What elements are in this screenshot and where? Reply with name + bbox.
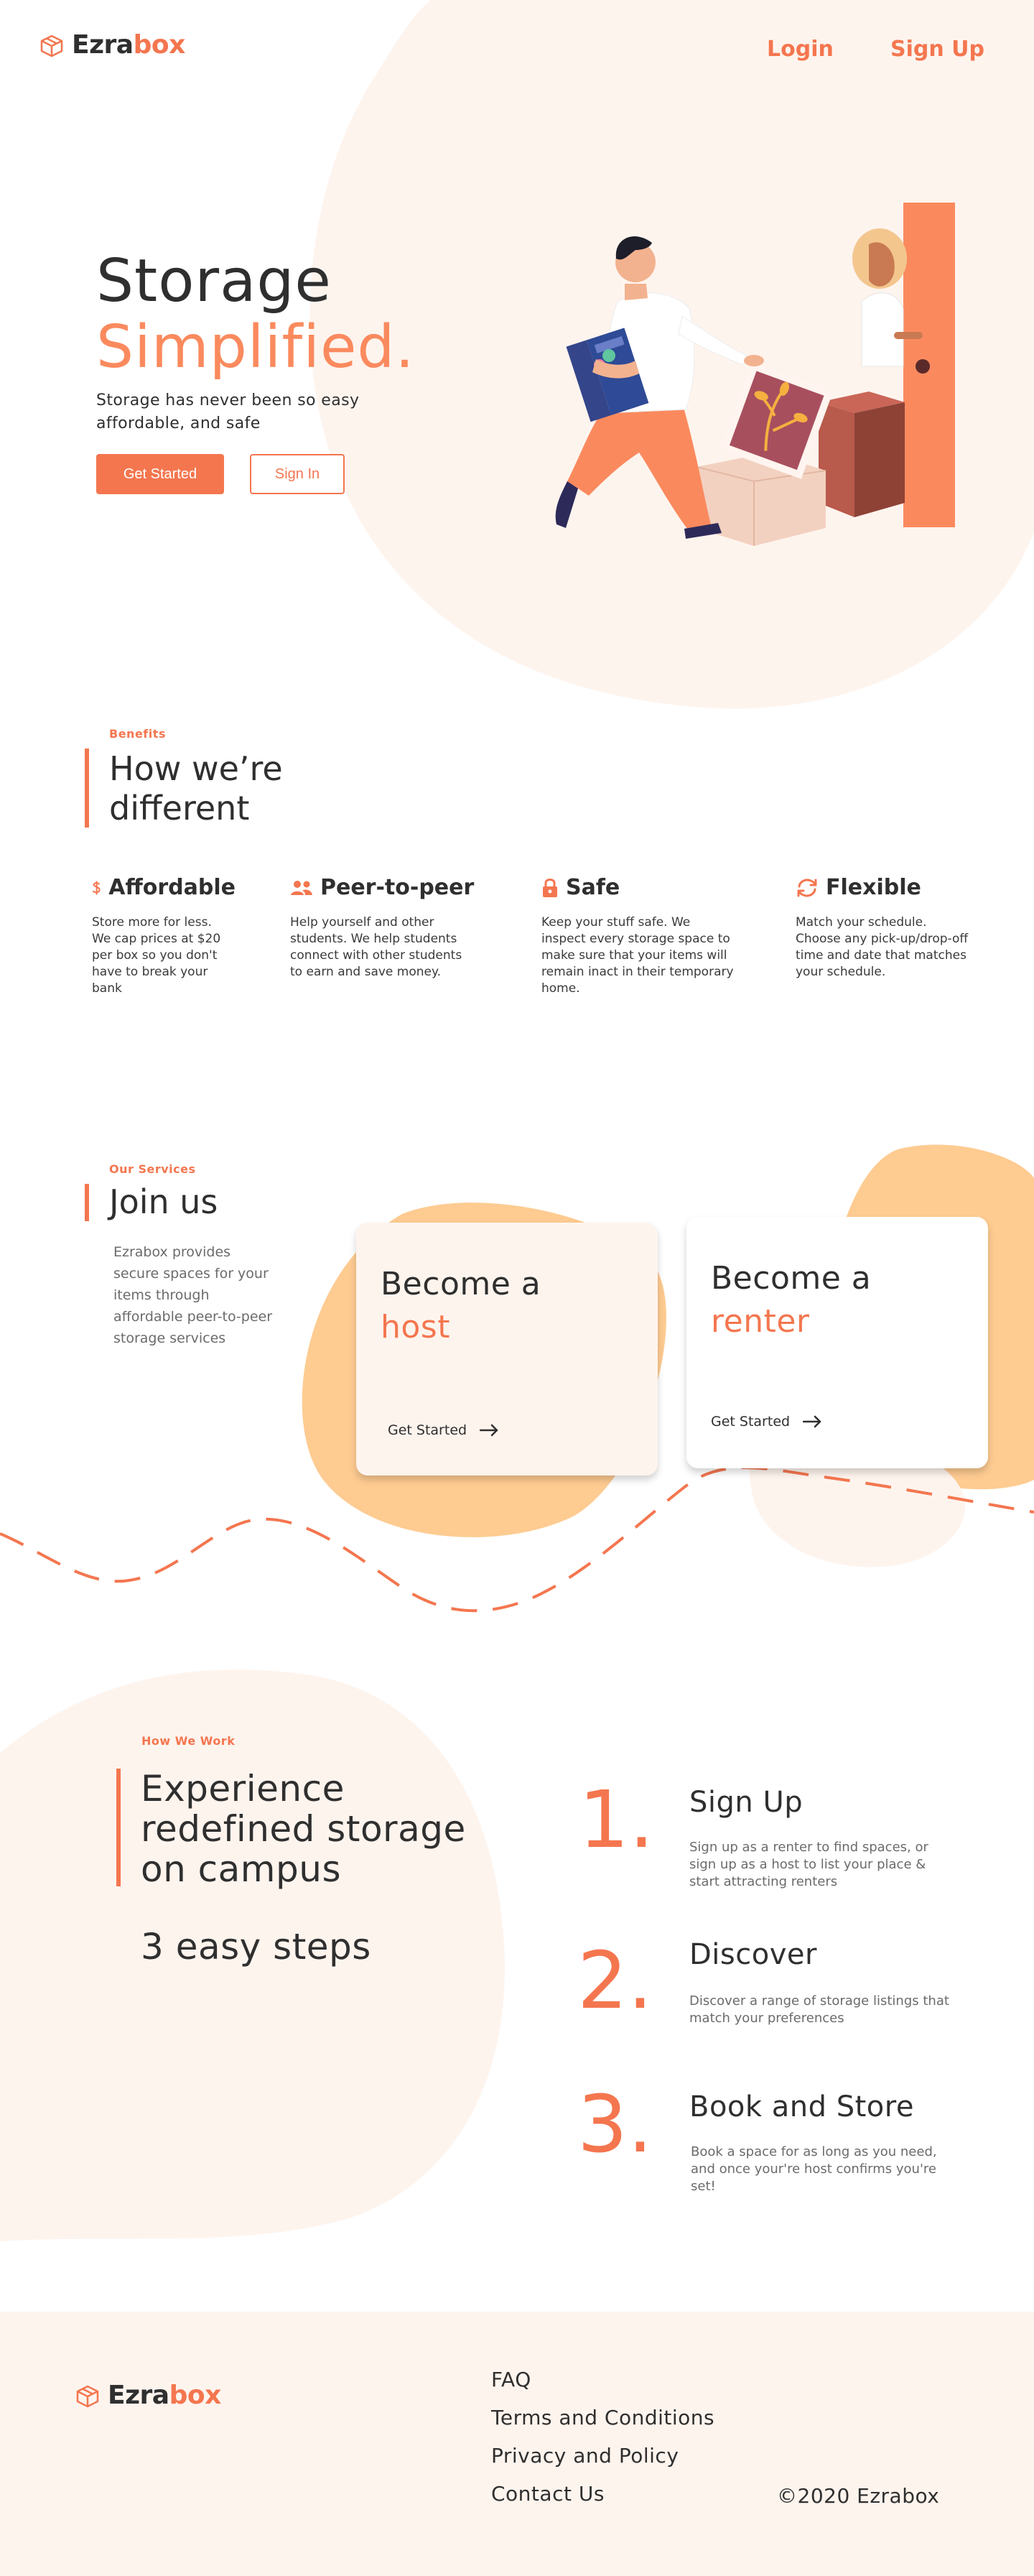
hero-title: Storage Simplified. (96, 249, 415, 381)
benefit-title-affordable: Affordable (108, 875, 236, 900)
benefit-safe: Safe Keep your stuff safe. We inspect ev… (541, 875, 742, 997)
benefit-text-flexible: Match your schedule. Choose any pick-up/… (796, 915, 969, 979)
footer-link-faq[interactable]: FAQ (491, 2368, 714, 2391)
footer-brand-part1: Ezra (108, 2381, 169, 2410)
benefits-title: How we’re different (109, 749, 283, 828)
hero-title-line1: Storage (96, 247, 332, 315)
footer-logo[interactable]: Ezrabox (75, 2381, 221, 2410)
benefit-title-flexible: Flexible (826, 875, 921, 900)
services-eyebrow: Our Services (109, 1162, 196, 1176)
benefit-peer-to-peer: Peer-to-peer Help yourself and other stu… (290, 875, 491, 981)
renter-card-title-line2: renter (711, 1303, 810, 1340)
brand-name-part2: box (133, 30, 186, 60)
how-we-work-eyebrow: How We Work (141, 1734, 236, 1748)
footer-link-terms[interactable]: Terms and Conditions (491, 2406, 714, 2429)
hero-subtitle: Storage has never been so easy affordabl… (96, 392, 360, 432)
footer-links: FAQ Terms and Conditions Privacy and Pol… (491, 2368, 714, 2506)
how-we-work-title-line1: Experience (141, 1768, 345, 1810)
header-logo[interactable]: Ezrabox (39, 30, 185, 60)
copyright: ©2020 Ezrabox (777, 2484, 940, 2508)
host-get-started-link[interactable]: Get Started (388, 1422, 498, 1438)
how-we-work-title-line3: on campus (141, 1848, 341, 1890)
renter-cta-label: Get Started (711, 1414, 791, 1430)
box-logo-icon (76, 2385, 99, 2407)
host-card-title-line2: host (381, 1309, 450, 1345)
box-logo-icon (40, 34, 63, 57)
get-started-button[interactable]: Get Started (96, 454, 224, 494)
benefit-text-affordable: Store more for less. We cap prices at $2… (92, 915, 221, 996)
login-link[interactable]: Login (767, 37, 834, 62)
footer: Ezrabox FAQ Terms and Conditions Privacy… (0, 2312, 1034, 2576)
step-text-2: Discover a range of storage listings tha… (689, 1993, 949, 2026)
step-text-1: Sign up as a renter to find spaces, or s… (689, 1840, 928, 1889)
footer-link-privacy[interactable]: Privacy and Policy (491, 2444, 714, 2468)
host-card-title-line1: Become a (381, 1266, 541, 1302)
step-title-2: Discover (689, 1938, 817, 1971)
renter-card[interactable]: Become a renter Get Started (686, 1217, 988, 1468)
host-card[interactable]: Become a host Get Started (356, 1223, 658, 1475)
host-cta-label: Get Started (388, 1422, 467, 1438)
benefit-text-peer-to-peer: Help yourself and other students. We hel… (290, 915, 462, 979)
step-text-3: Book a space for as long as you need, an… (691, 2144, 937, 2194)
sign-in-button[interactable]: Sign In (250, 454, 345, 494)
hero-title-line2: Simplified. (96, 313, 415, 381)
benefit-title-safe: Safe (566, 875, 620, 900)
woman-body (861, 292, 904, 367)
step-title-1: Sign Up (689, 1786, 804, 1819)
renter-card-title-line1: Become a (711, 1260, 872, 1297)
services-title: Join us (109, 1182, 218, 1221)
benefits-eyebrow: Benefits (109, 727, 166, 741)
hero-illustration (555, 203, 955, 546)
dark-box-side (854, 402, 905, 517)
man-shoe-left (555, 481, 578, 528)
refresh-icon (797, 879, 817, 896)
dollar-icon (92, 880, 101, 895)
services-description: Ezrabox provides secure spaces for your … (113, 1244, 273, 1346)
benefit-text-safe: Keep your stuff safe. We inspect every s… (541, 915, 734, 996)
how-we-work-title-line2: redefined storage (141, 1808, 466, 1850)
how-we-work-subtitle: 3 easy steps (141, 1926, 371, 1968)
door-knob (916, 359, 930, 374)
arrow-right-icon (480, 1424, 498, 1437)
renter-get-started-link[interactable]: Get Started (711, 1414, 821, 1430)
step-number-1: 1. (579, 1774, 654, 1866)
benefit-affordable: Affordable Store more for less. We cap p… (92, 875, 236, 997)
lock-icon (543, 878, 557, 897)
woman-arm (894, 332, 923, 339)
services-accent-bar (85, 1184, 89, 1221)
footer-brand-part2: box (169, 2381, 222, 2410)
benefit-flexible: Flexible Match your schedule. Choose any… (796, 875, 997, 981)
how-we-work-title: Experience redefined storage on campus (141, 1769, 466, 1889)
step-number-3: 3. (577, 2078, 653, 2170)
brand-name-part1: Ezra (72, 30, 134, 60)
arrow-right-icon (803, 1415, 821, 1428)
man-legs (567, 402, 711, 532)
benefits-title-line1: How we’re (109, 749, 283, 788)
how-we-work-accent-bar (116, 1769, 121, 1886)
benefits-title-line2: different (109, 789, 250, 828)
signup-link[interactable]: Sign Up (890, 37, 984, 62)
people-icon (291, 880, 312, 895)
step-number-2: 2. (577, 1935, 653, 2026)
footer-link-contact[interactable]: Contact Us (491, 2482, 714, 2506)
benefit-title-peer-to-peer: Peer-to-peer (320, 875, 475, 900)
step-title-3: Book and Store (689, 2090, 914, 2123)
benefits-accent-bar (85, 749, 89, 828)
